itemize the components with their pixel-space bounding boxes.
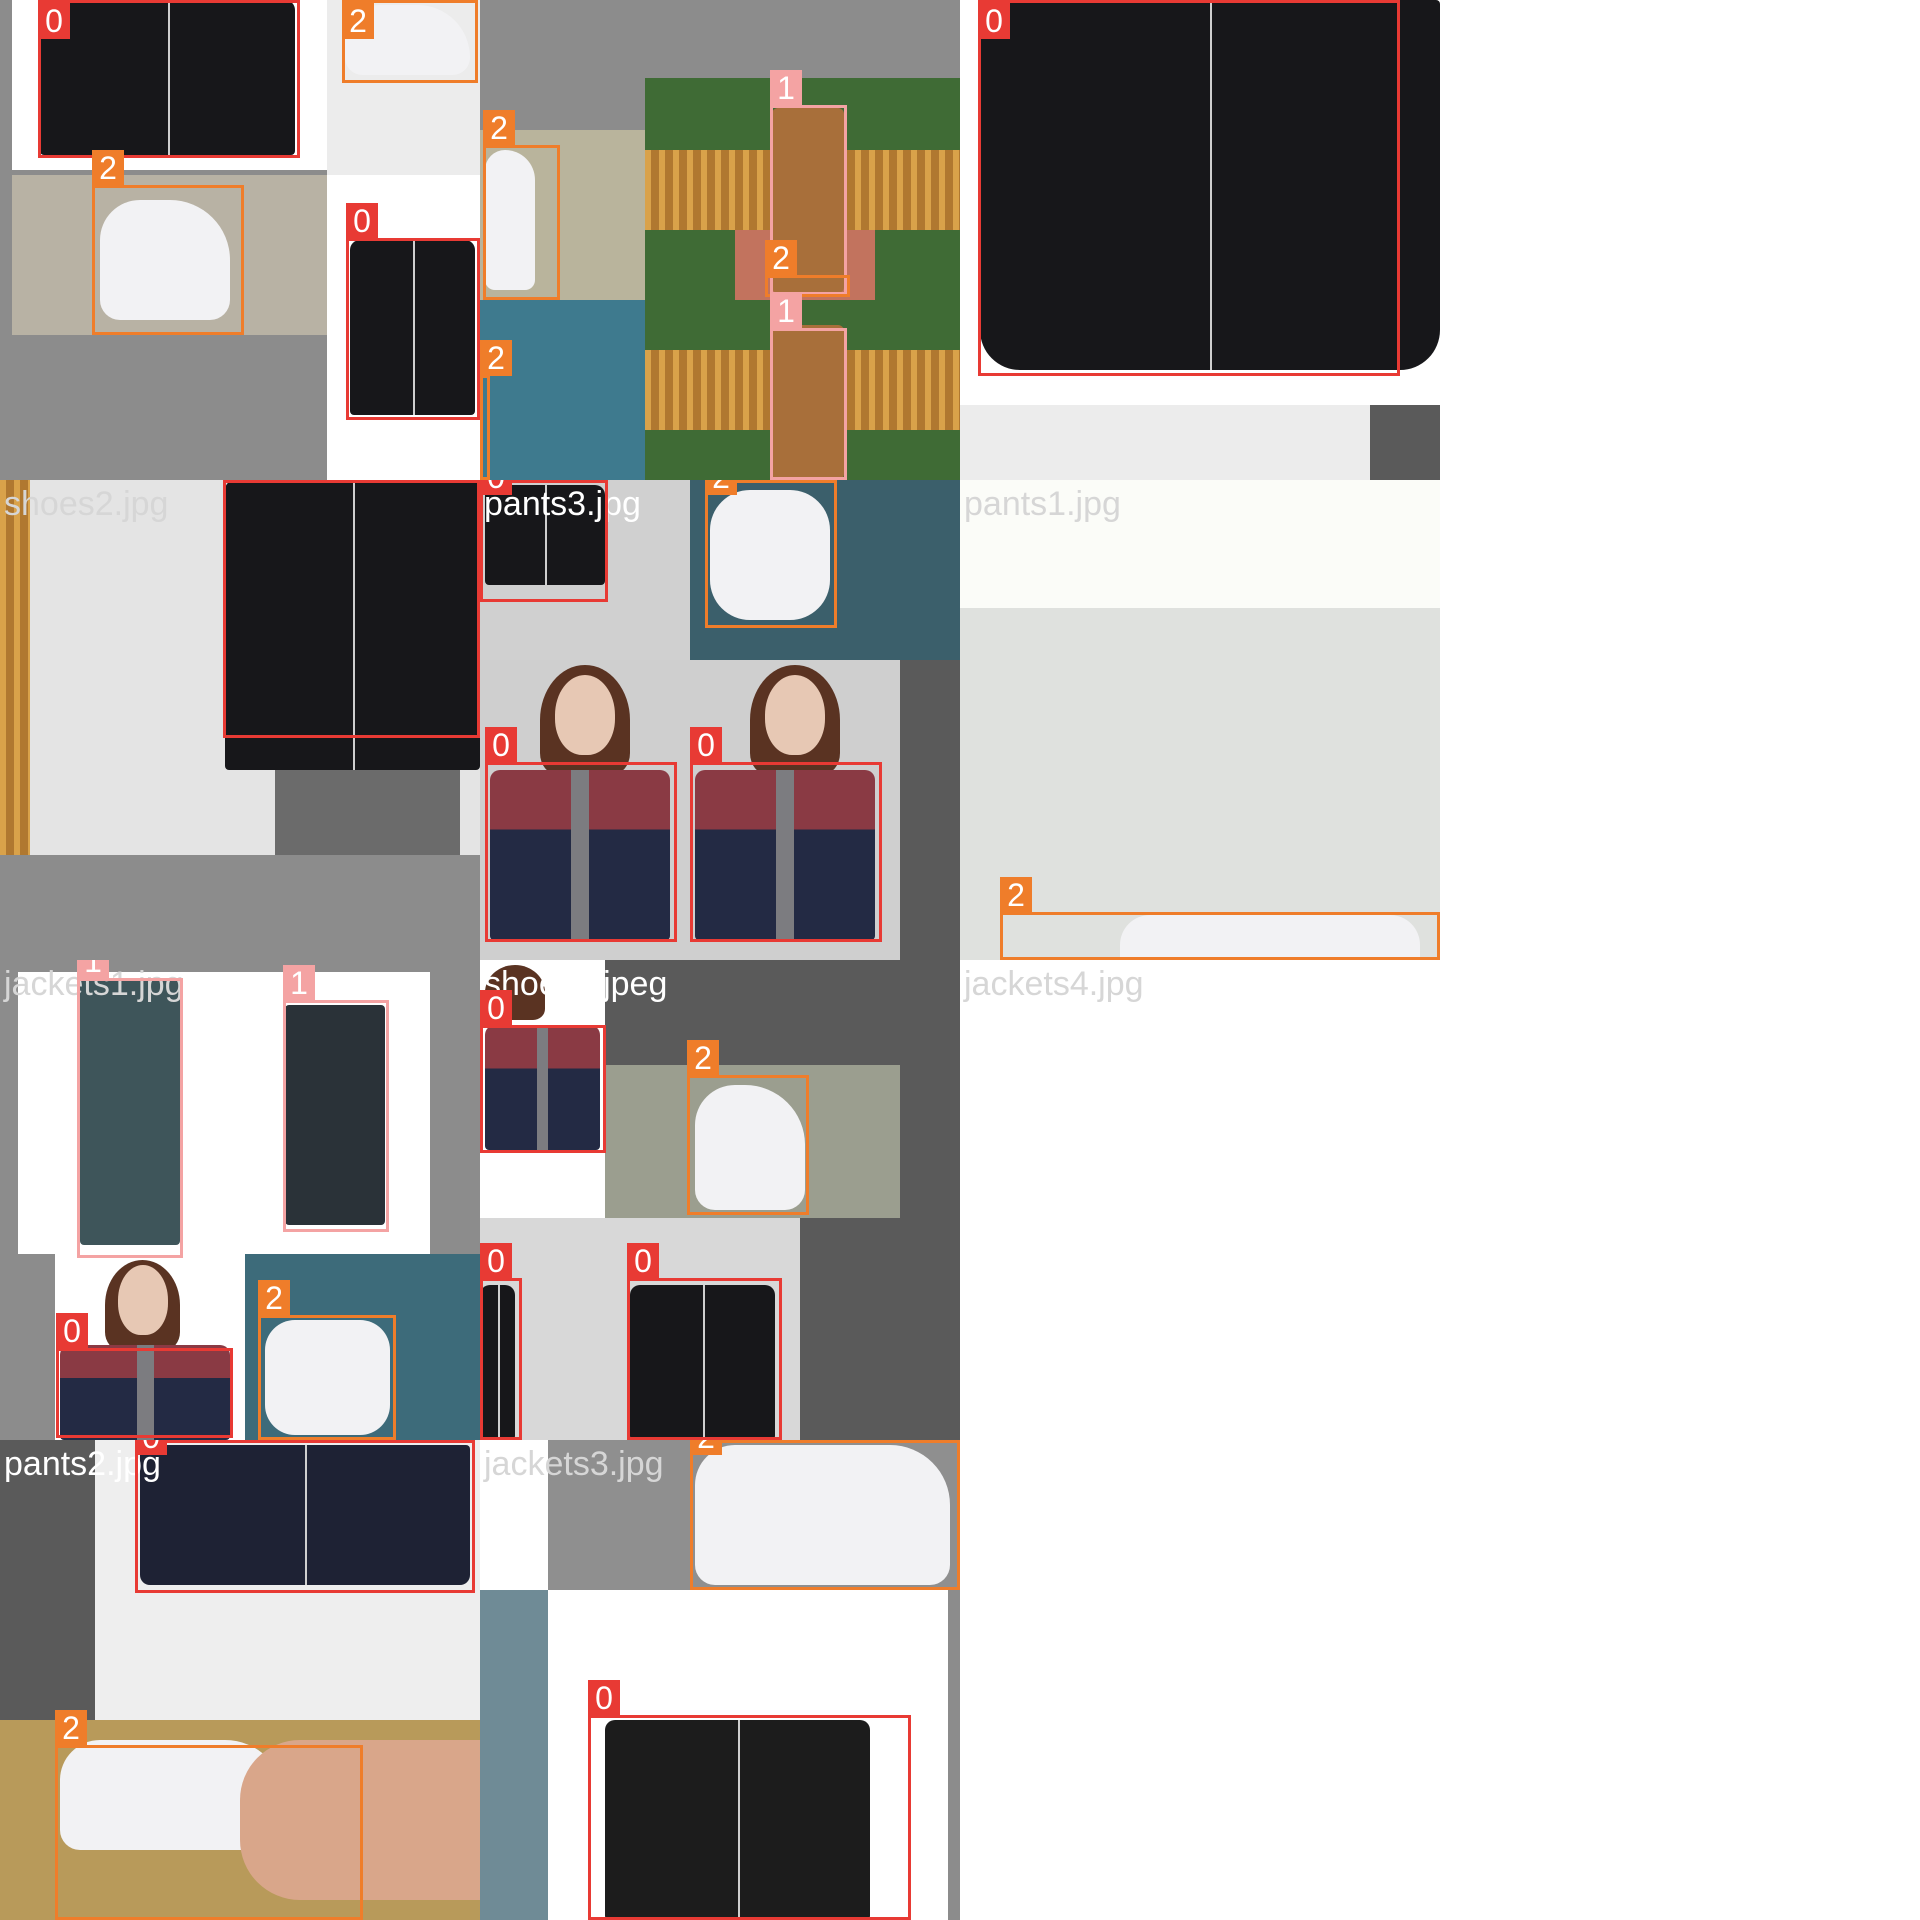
bbox-jacket: 0 [135,1440,475,1593]
class-label: 2 [1000,877,1032,913]
image-region [960,608,1440,960]
railing-image [0,480,30,855]
bbox-shoes: 2 [92,150,244,335]
bbox-jacket: 0 [480,480,608,602]
bbox-shoes: 2 [1000,877,1440,960]
mosaic-tile-3: 0 [960,0,1440,480]
bbox-jacket: 0 [38,0,300,158]
bbox-shoes: 2 [705,480,837,628]
bbox-jacket: 0 [485,727,677,942]
bbox-jacket: 0 [480,990,606,1153]
class-label: 2 [483,110,515,146]
bbox-shoes: 2 [258,1280,396,1440]
bbox-shoes: 2 [687,1040,809,1215]
class-label: 0 [346,203,378,239]
class-label: 2 [55,1710,87,1746]
class-label: 0 [223,480,255,481]
image-region [948,1590,960,1920]
bbox-jacket: 0 [480,1243,522,1440]
class-label: 0 [588,1680,620,1716]
class-label: 0 [690,727,722,763]
pants-image [275,770,460,855]
mosaic-tile-6: pants1.jpg 2 [960,480,1440,960]
face-image [118,1265,168,1335]
image-region [480,1590,548,1920]
bbox-shoes: 2 [483,110,560,300]
bbox-shoes: 2 [55,1710,363,1920]
class-label: 0 [978,3,1010,39]
bbox-shoes: 2 [342,0,478,83]
face-image [555,675,615,755]
class-label: 1 [770,293,802,329]
class-label: 2 [92,150,124,186]
blank-area [960,1440,1440,1920]
class-label: 2 [690,1440,722,1455]
mosaic-tile-9: jackets4.jpg [960,960,1440,1440]
class-label: 0 [38,3,70,39]
bbox-pants: 1 [770,293,847,480]
mosaic-tile-7: jackets1.jpg 1 1 0 2 [0,960,480,1440]
mosaic-tile-1: 0 2 2 0 [0,0,480,480]
class-label: 0 [135,1440,167,1455]
class-label: 2 [687,1040,719,1076]
class-label: 0 [56,1313,88,1349]
image-region [1370,405,1440,480]
image-region [480,300,645,480]
class-label: 0 [480,1243,512,1279]
image-filename: jackets4.jpg [964,965,1144,1003]
class-label: 0 [480,480,512,495]
bbox-shoes: 2 [690,1440,960,1590]
class-label: 0 [627,1243,659,1279]
bbox-pants: 1 [77,960,183,1258]
mosaic-tile-5: pants3.jpg 0 2 0 0 [480,480,960,960]
class-label: 2 [765,240,797,276]
class-label: 2 [258,1280,290,1316]
class-label: 0 [480,990,512,1026]
mosaic-tile-2: 2 1 2 2 1 [480,0,960,480]
bbox-jacket: 0 [56,1313,233,1438]
class-label: 1 [77,960,109,979]
blank-area [1440,0,1920,1920]
class-label: 2 [705,480,737,495]
face-image [765,675,825,755]
bbox-jacket: 0 [978,0,1400,376]
class-label: 2 [342,3,374,39]
bbox-shoes: 2 [480,340,512,480]
class-label: 2 [480,340,512,376]
image-filename: jackets3.jpg [484,1445,664,1483]
mosaic-tile-8: shoes3.jpeg 0 2 0 0 [480,960,960,1440]
class-label: 1 [770,70,802,106]
bbox-pants: 1 [283,965,389,1232]
class-label: 1 [283,965,315,1001]
image-filename: pants1.jpg [964,485,1121,523]
bbox-jacket: 0 [223,480,480,738]
image-region [960,405,1370,480]
bbox-jacket: 0 [627,1243,782,1440]
mosaic-tile-10: pants2.jpg 0 2 [0,1440,480,1920]
image-filename: shoes2.jpg [4,485,169,523]
mosaic-tile-4: shoes2.jpg 0 [0,480,480,960]
mosaic-tile-11: jackets3.jpg 2 0 [480,1440,960,1920]
bbox-jacket: 0 [690,727,882,942]
class-label: 0 [485,727,517,763]
bbox-jacket: 0 [588,1680,911,1920]
bbox-jacket: 0 [346,203,480,420]
